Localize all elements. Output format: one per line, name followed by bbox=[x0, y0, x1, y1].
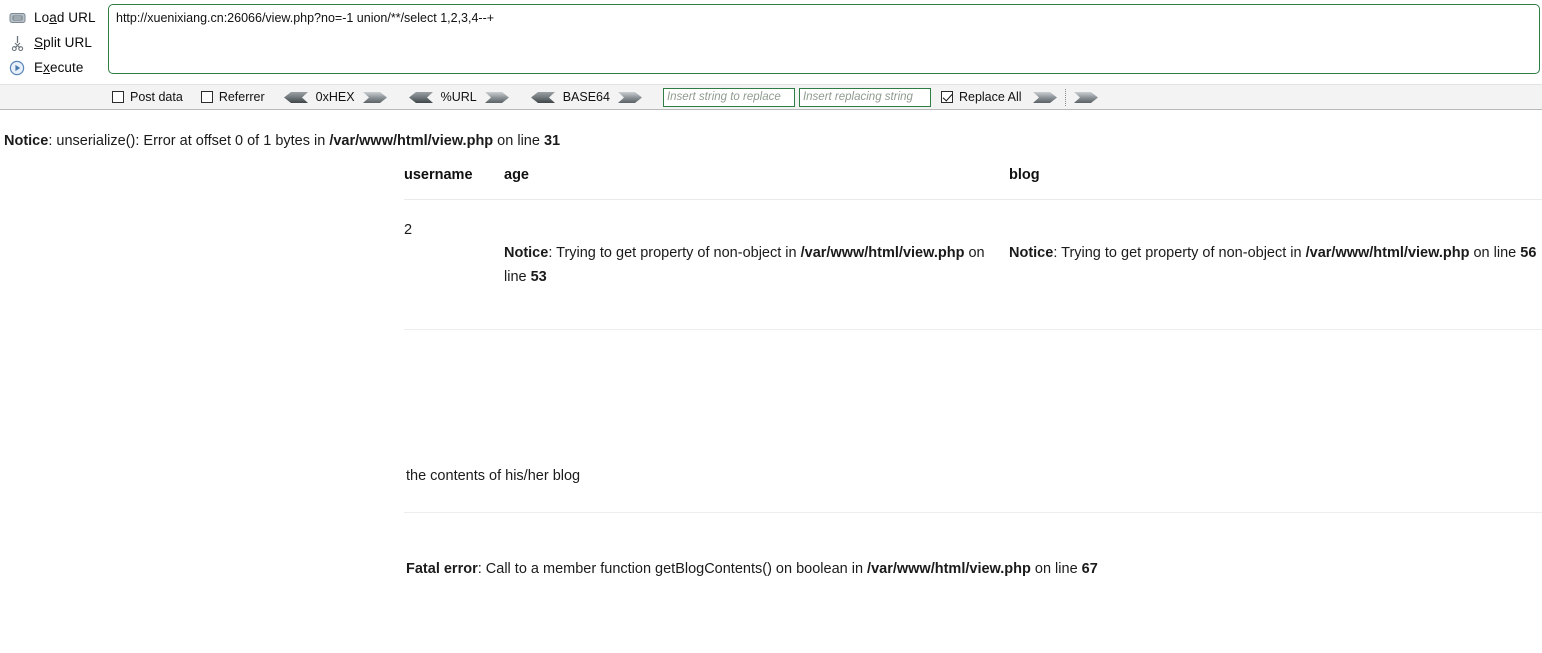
column-header-username: username bbox=[404, 167, 504, 200]
blog-notice-file-part-1: /var/www bbox=[1305, 245, 1370, 261]
toolbar-divider bbox=[1064, 88, 1066, 106]
hackbar-options-row: Post data Referrer 0xHEX %URL BASE64 Ins… bbox=[0, 84, 1542, 109]
fatal-error-message: Fatal error: Call to a member function g… bbox=[404, 513, 1542, 579]
blog-notice-line-number: 56 bbox=[1520, 245, 1537, 261]
load-url-label: Load URL bbox=[34, 10, 96, 25]
blog-notice-text: : Trying to get property of non-object i… bbox=[1053, 245, 1306, 261]
age-notice-kind: Notice bbox=[504, 245, 549, 261]
execute-button[interactable]: Execute bbox=[0, 55, 108, 80]
decode-left-arrow-icon[interactable] bbox=[283, 91, 309, 104]
age-notice-text: : Trying to get property of non-object i… bbox=[548, 245, 801, 261]
replace-all-checkbox[interactable]: Replace All bbox=[940, 90, 1022, 104]
referrer-checkbox-box[interactable] bbox=[200, 91, 213, 103]
url-input[interactable] bbox=[108, 4, 1540, 74]
notice-line-number: 31 bbox=[543, 133, 561, 149]
notice-kind: Notice bbox=[4, 133, 49, 149]
column-header-blog: blog bbox=[1009, 167, 1529, 200]
fatal-error-text-2: on line bbox=[1030, 561, 1082, 577]
load-url-icon bbox=[8, 9, 26, 27]
age-notice-line-number: 53 bbox=[530, 269, 547, 285]
column-header-spacer bbox=[1529, 167, 1542, 200]
results-table: username age blog 2 Notice: Trying to ge… bbox=[404, 167, 1542, 330]
fatal-error-kind: Fatal error bbox=[406, 561, 478, 577]
execute-icon bbox=[8, 59, 26, 77]
search-string-input[interactable] bbox=[662, 87, 795, 107]
unserialize-notice: Notice: unserialize(): Error at offset 0… bbox=[0, 110, 1542, 151]
replace-apply-arrow-icon[interactable] bbox=[1032, 91, 1058, 104]
post-data-checkbox[interactable]: Post data bbox=[112, 90, 183, 104]
column-header-age: age bbox=[504, 167, 1009, 200]
age-notice: Notice: Trying to get property of non-ob… bbox=[504, 218, 1009, 289]
replace-all-checkbox-box[interactable] bbox=[940, 91, 953, 103]
execute-label: Execute bbox=[34, 60, 84, 75]
notice-text-2: on line bbox=[493, 133, 544, 149]
encode-right-arrow-icon[interactable] bbox=[617, 91, 643, 104]
encoder-0xhex: 0xHEX bbox=[283, 90, 388, 104]
results-area: username age blog 2 Notice: Trying to ge… bbox=[0, 167, 1542, 579]
table-row: 2 Notice: Trying to get property of non-… bbox=[404, 199, 1542, 330]
encoder-base64: BASE64 bbox=[530, 90, 643, 104]
post-data-checkbox-box[interactable] bbox=[112, 91, 124, 103]
encoder-url: %URL bbox=[408, 90, 510, 104]
blog-notice-text-2: on line bbox=[1469, 245, 1521, 261]
split-url-button[interactable]: Split URL bbox=[0, 30, 108, 55]
blog-notice-file-part-2: /html/view.php bbox=[1369, 245, 1470, 261]
hackbar-panel: Load URL Split URL Execute http://xuenix… bbox=[0, 0, 1542, 110]
table-header-row: username age blog bbox=[404, 167, 1542, 200]
fatal-error-file: /var/www/html/view.php bbox=[867, 561, 1031, 577]
blog-contents-text: the contents of his/her blog bbox=[406, 468, 581, 484]
load-url-button[interactable]: Load URL bbox=[0, 5, 108, 30]
url-field-wrapper bbox=[108, 4, 1542, 74]
fatal-error-text: : Call to a member function getBlogConte… bbox=[477, 561, 868, 577]
decode-left-arrow-icon[interactable] bbox=[530, 91, 556, 104]
fatal-error-line-number: 67 bbox=[1081, 561, 1098, 577]
replacing-string-input[interactable] bbox=[798, 87, 931, 107]
blog-notice-kind: Notice bbox=[1009, 245, 1054, 261]
referrer-label: Referrer bbox=[218, 90, 265, 104]
age-notice-file-part-2: /html/view.php bbox=[864, 245, 965, 261]
age-notice-file-part-1: /var/www bbox=[800, 245, 865, 261]
encode-right-arrow-icon[interactable] bbox=[484, 91, 510, 104]
cell-username: 2 bbox=[404, 199, 504, 330]
blog-notice: Notice: Trying to get property of non-ob… bbox=[1009, 218, 1542, 265]
replace-all-label: Replace All bbox=[958, 90, 1022, 104]
replace-revert-arrow-icon[interactable] bbox=[1073, 91, 1099, 104]
encoder-base64-label: BASE64 bbox=[562, 90, 610, 104]
encode-right-arrow-icon[interactable] bbox=[362, 91, 388, 104]
notice-file: /var/www/html/view.php bbox=[329, 133, 494, 149]
decode-left-arrow-icon[interactable] bbox=[408, 91, 434, 104]
cell-blog: Notice: Trying to get property of non-ob… bbox=[1009, 199, 1542, 330]
split-url-icon bbox=[8, 34, 26, 52]
notice-text: : unserialize(): Error at offset 0 of 1 … bbox=[48, 133, 330, 149]
encoder-url-label: %URL bbox=[440, 90, 477, 104]
hackbar-top-row: Load URL Split URL Execute http://xuenix… bbox=[0, 0, 1542, 84]
page-content: Notice: unserialize(): Error at offset 0… bbox=[0, 110, 1542, 579]
hackbar-action-list: Load URL Split URL Execute bbox=[0, 4, 108, 80]
encoder-0xhex-label: 0xHEX bbox=[315, 90, 355, 104]
cell-age: Notice: Trying to get property of non-ob… bbox=[504, 199, 1009, 330]
referrer-checkbox[interactable]: Referrer bbox=[200, 90, 265, 104]
post-data-label: Post data bbox=[130, 90, 183, 104]
split-url-label: Split URL bbox=[34, 35, 92, 50]
